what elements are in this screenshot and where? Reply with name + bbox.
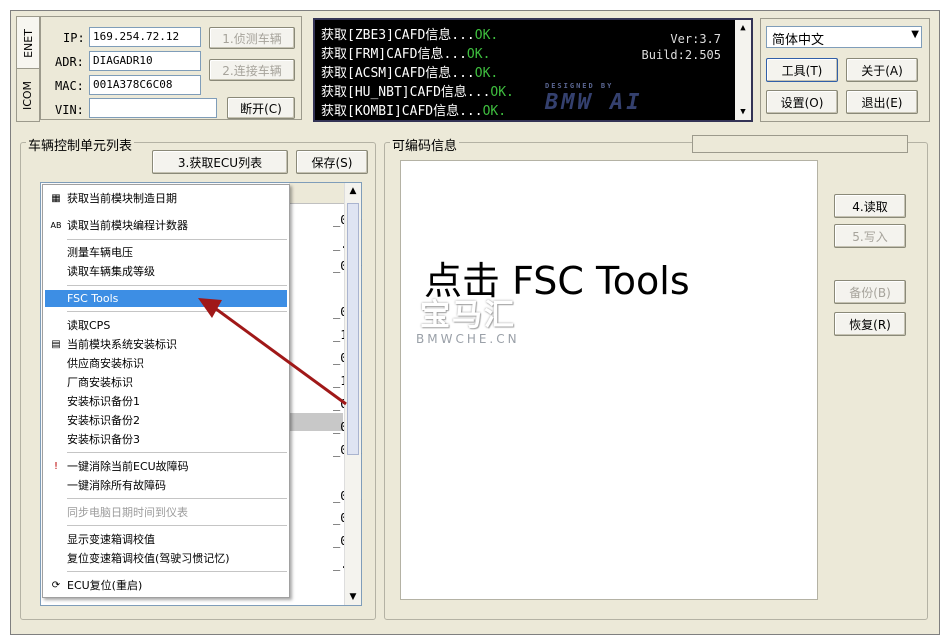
arrow-head-icon — [198, 298, 222, 318]
pointer-arrow — [198, 298, 347, 406]
arrow-shaft — [211, 304, 347, 406]
